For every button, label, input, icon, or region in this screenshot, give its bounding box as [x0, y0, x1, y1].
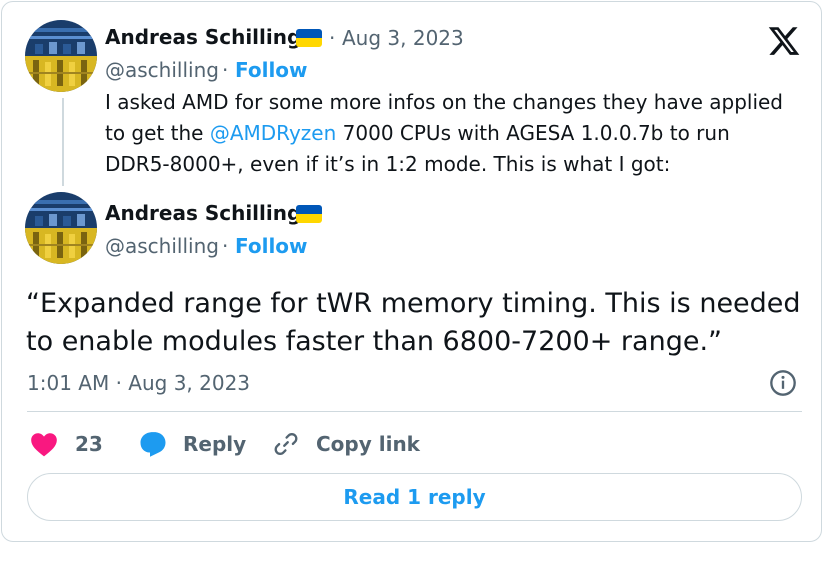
- heart-icon: [31, 433, 57, 457]
- copy-link-label: Copy link: [316, 432, 420, 456]
- separator: ·: [222, 234, 229, 258]
- follow-button[interactable]: Follow: [235, 234, 308, 258]
- author-handle[interactable]: @aschilling: [105, 58, 219, 82]
- follow-button[interactable]: Follow: [235, 58, 308, 82]
- like-count: 23: [75, 432, 103, 456]
- tweet-timestamp[interactable]: 1:01 AM · Aug 3, 2023: [27, 371, 250, 395]
- author-name[interactable]: Andreas Schilling: [105, 25, 301, 49]
- x-logo-icon[interactable]: [766, 24, 802, 58]
- speech-bubble-icon: [140, 432, 166, 457]
- author-name[interactable]: Andreas Schilling: [105, 201, 301, 225]
- reply-button[interactable]: Reply: [138, 427, 246, 461]
- avatar[interactable]: [25, 20, 97, 92]
- mention-link[interactable]: @AMDRyzen: [210, 121, 336, 145]
- thread-line: [62, 98, 64, 186]
- ukraine-flag-icon: [296, 29, 322, 47]
- reply-label: Reply: [183, 432, 247, 456]
- info-icon[interactable]: [769, 369, 797, 397]
- tweet-embed-card: Andreas Schilling · Aug 3, 2023 @aschill…: [1, 1, 822, 542]
- avatar[interactable]: [25, 192, 97, 264]
- link-icon: [274, 433, 298, 455]
- divider: [27, 411, 802, 412]
- read-replies-button[interactable]: Read 1 reply: [27, 473, 802, 521]
- separator: ·: [222, 58, 229, 82]
- tweet-body-text: “Expanded range for tWR memory timing. T…: [26, 288, 801, 357]
- tweet-date[interactable]: Aug 3, 2023: [342, 26, 464, 50]
- ukraine-flag-icon: [296, 205, 322, 223]
- author-handle[interactable]: @aschilling: [105, 234, 219, 258]
- like-button[interactable]: 23: [30, 427, 103, 461]
- copy-link-button[interactable]: Copy link: [272, 427, 420, 461]
- tweet-text: I asked AMD for some more infos on the c…: [105, 87, 795, 180]
- separator: ·: [329, 26, 336, 50]
